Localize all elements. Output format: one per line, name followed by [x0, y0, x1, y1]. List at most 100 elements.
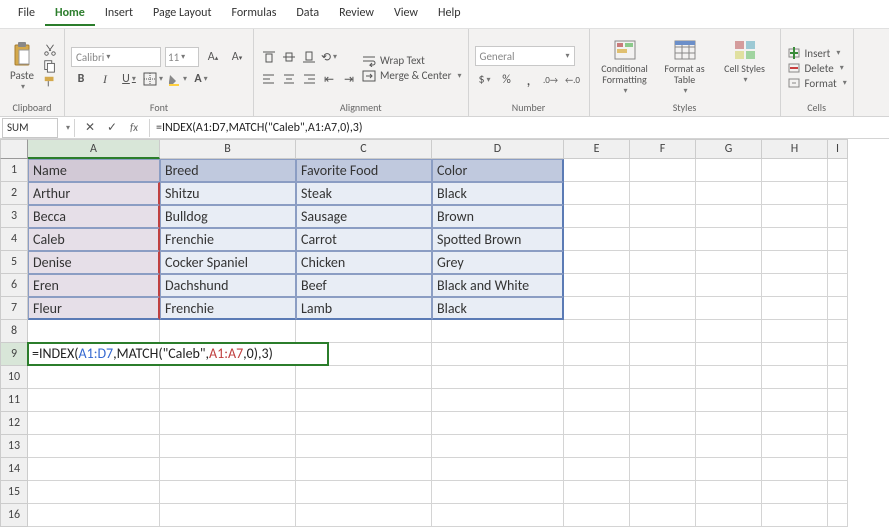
column-header[interactable]: E: [564, 139, 630, 159]
cell[interactable]: [762, 458, 828, 481]
cell[interactable]: [564, 205, 630, 228]
cell[interactable]: Black: [432, 182, 564, 205]
select-all-corner[interactable]: [0, 139, 28, 159]
cell[interactable]: [564, 182, 630, 205]
cell[interactable]: [630, 458, 696, 481]
decrease-indent-icon[interactable]: ⇤: [320, 70, 338, 88]
tab-file[interactable]: File: [8, 2, 45, 26]
font-color-icon[interactable]: A▾: [191, 69, 211, 89]
cell[interactable]: [564, 251, 630, 274]
column-header[interactable]: B: [160, 139, 296, 159]
row-header[interactable]: 5: [0, 251, 28, 274]
cell[interactable]: [630, 366, 696, 389]
align-middle-icon[interactable]: [280, 48, 298, 66]
cell[interactable]: [28, 320, 160, 343]
cell[interactable]: Frenchie: [160, 228, 296, 251]
column-header[interactable]: I: [828, 139, 848, 159]
cell[interactable]: [28, 481, 160, 504]
paste-button[interactable]: Paste ▾: [6, 39, 38, 94]
align-top-icon[interactable]: [260, 48, 278, 66]
cell[interactable]: [762, 159, 828, 182]
fill-color-icon[interactable]: ▾: [167, 69, 187, 89]
fx-icon[interactable]: fx: [123, 119, 145, 137]
cell[interactable]: [630, 412, 696, 435]
cell[interactable]: [828, 412, 848, 435]
cell[interactable]: [564, 504, 630, 527]
cancel-formula-icon[interactable]: ✕: [79, 119, 101, 137]
cell[interactable]: Carrot: [296, 228, 432, 251]
decrease-decimal-icon[interactable]: ←.0: [563, 70, 583, 90]
cell[interactable]: [28, 412, 160, 435]
cell[interactable]: Frenchie: [160, 297, 296, 320]
cell[interactable]: [630, 435, 696, 458]
column-header[interactable]: F: [630, 139, 696, 159]
cell[interactable]: [696, 458, 762, 481]
increase-font-icon[interactable]: A▴: [203, 47, 223, 67]
cell[interactable]: [828, 159, 848, 182]
font-name-combo[interactable]: Calibri▾: [71, 47, 161, 67]
cell[interactable]: [630, 251, 696, 274]
cell[interactable]: [564, 297, 630, 320]
cell[interactable]: [828, 504, 848, 527]
cell[interactable]: Dachshund: [160, 274, 296, 297]
merge-center-button[interactable]: Merge & Center▾: [362, 69, 462, 82]
cell[interactable]: [762, 274, 828, 297]
cell[interactable]: [828, 458, 848, 481]
italic-button[interactable]: I: [95, 69, 115, 89]
cell[interactable]: [432, 435, 564, 458]
cell[interactable]: [160, 320, 296, 343]
cell[interactable]: Beef: [296, 274, 432, 297]
cell[interactable]: [696, 159, 762, 182]
conditional-formatting-button[interactable]: Conditional Formatting▾: [596, 39, 654, 96]
row-header[interactable]: 12: [0, 412, 28, 435]
cell[interactable]: [762, 343, 828, 366]
cell[interactable]: [762, 481, 828, 504]
cell[interactable]: [432, 481, 564, 504]
column-header[interactable]: C: [296, 139, 432, 159]
comma-format-icon[interactable]: ,: [519, 70, 539, 90]
row-header[interactable]: 1: [0, 159, 28, 182]
tab-insert[interactable]: Insert: [95, 2, 143, 26]
cell[interactable]: Bulldog: [160, 205, 296, 228]
align-left-icon[interactable]: [260, 70, 278, 88]
cell[interactable]: [564, 435, 630, 458]
underline-button[interactable]: U▾: [119, 69, 139, 89]
cell[interactable]: [696, 481, 762, 504]
cell[interactable]: [828, 343, 848, 366]
cell[interactable]: Denise: [28, 251, 160, 274]
cell[interactable]: [432, 343, 564, 366]
cell[interactable]: [432, 389, 564, 412]
font-size-combo[interactable]: 11▾: [165, 47, 199, 67]
cell[interactable]: [296, 412, 432, 435]
cell[interactable]: [630, 182, 696, 205]
cell[interactable]: [28, 458, 160, 481]
column-header[interactable]: D: [432, 139, 564, 159]
cell[interactable]: [160, 458, 296, 481]
cell[interactable]: [630, 274, 696, 297]
cell[interactable]: [28, 435, 160, 458]
cell[interactable]: Sausage: [296, 205, 432, 228]
row-header[interactable]: 14: [0, 458, 28, 481]
cell[interactable]: [762, 504, 828, 527]
cell[interactable]: [696, 366, 762, 389]
cell[interactable]: [696, 504, 762, 527]
tab-view[interactable]: View: [384, 2, 428, 26]
column-header[interactable]: H: [762, 139, 828, 159]
cell[interactable]: [828, 366, 848, 389]
tab-data[interactable]: Data: [286, 2, 329, 26]
delete-cells-button[interactable]: Delete▾: [787, 61, 847, 76]
row-header[interactable]: 16: [0, 504, 28, 527]
bold-button[interactable]: B: [71, 69, 91, 89]
cell[interactable]: Eren: [28, 274, 160, 297]
cell[interactable]: [564, 389, 630, 412]
cell[interactable]: [762, 251, 828, 274]
cell[interactable]: [296, 320, 432, 343]
format-as-table-button[interactable]: Format as Table▾: [656, 39, 714, 96]
cell[interactable]: [762, 182, 828, 205]
cell[interactable]: [696, 343, 762, 366]
cell[interactable]: Favorite Food: [296, 159, 432, 182]
cell[interactable]: Black: [432, 297, 564, 320]
cell[interactable]: [296, 481, 432, 504]
cell[interactable]: [432, 320, 564, 343]
accounting-format-icon[interactable]: $▾: [475, 70, 495, 90]
